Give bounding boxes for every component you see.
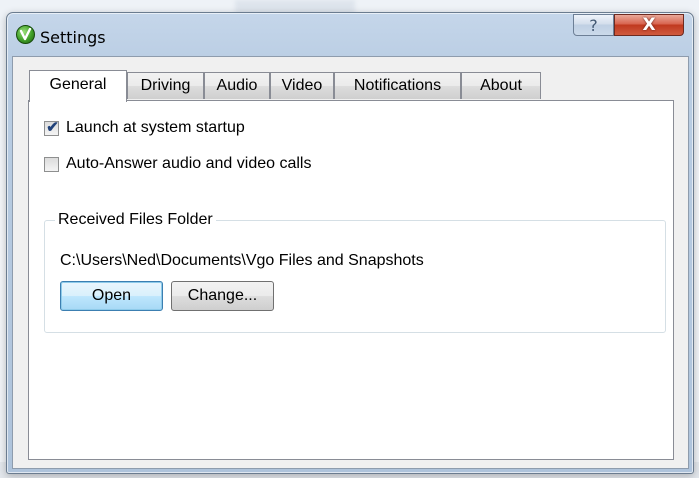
change-button-label: Change... [187, 287, 258, 304]
tab-general[interactable]: General [29, 70, 127, 102]
settings-window: Settings ? X General Driving Audio Video… [6, 12, 694, 474]
tab-general-label: General [49, 76, 107, 93]
tab-audio-label: Audio [216, 77, 258, 94]
auto-answer-label: Auto-Answer audio and video calls [66, 155, 312, 172]
tab-video[interactable]: Video [270, 72, 334, 99]
checkmark-icon: ✔ [46, 119, 59, 136]
general-tab-panel: ✔ Launch at system startup Auto-Answer a… [28, 100, 674, 460]
tab-notifications[interactable]: Notifications [334, 72, 461, 99]
received-files-legend: Received Files Folder [55, 211, 216, 229]
open-button-label: Open [91, 287, 132, 304]
vgo-logo-icon [16, 25, 35, 44]
dialog-client-area: General Driving Audio Video Notification… [12, 56, 689, 469]
received-files-group: Received Files Folder C:\Users\Ned\Docum… [44, 211, 666, 333]
question-mark-icon: ? [589, 16, 598, 35]
launch-startup-checkbox[interactable]: ✔ [44, 119, 59, 136]
window-title: Settings [40, 28, 106, 47]
help-button[interactable]: ? [573, 14, 614, 36]
received-files-path: C:\Users\Ned\Documents\Vgo Files and Sna… [60, 252, 424, 269]
tab-driving[interactable]: Driving [127, 72, 204, 99]
tab-notifications-label: Notifications [353, 77, 442, 94]
tab-driving-label: Driving [140, 77, 191, 94]
open-folder-button[interactable]: Open [60, 281, 163, 311]
change-folder-button[interactable]: Change... [171, 281, 274, 311]
auto-answer-checkbox[interactable] [44, 157, 59, 172]
title-bar[interactable]: Settings ? X [7, 13, 693, 49]
launch-startup-label: Launch at system startup [66, 119, 245, 136]
close-icon: X [642, 15, 656, 35]
close-button[interactable]: X [614, 14, 684, 36]
tab-about-label: About [480, 77, 522, 94]
tab-audio[interactable]: Audio [204, 72, 270, 99]
tab-video-label: Video [281, 77, 323, 94]
tab-about[interactable]: About [461, 72, 541, 99]
